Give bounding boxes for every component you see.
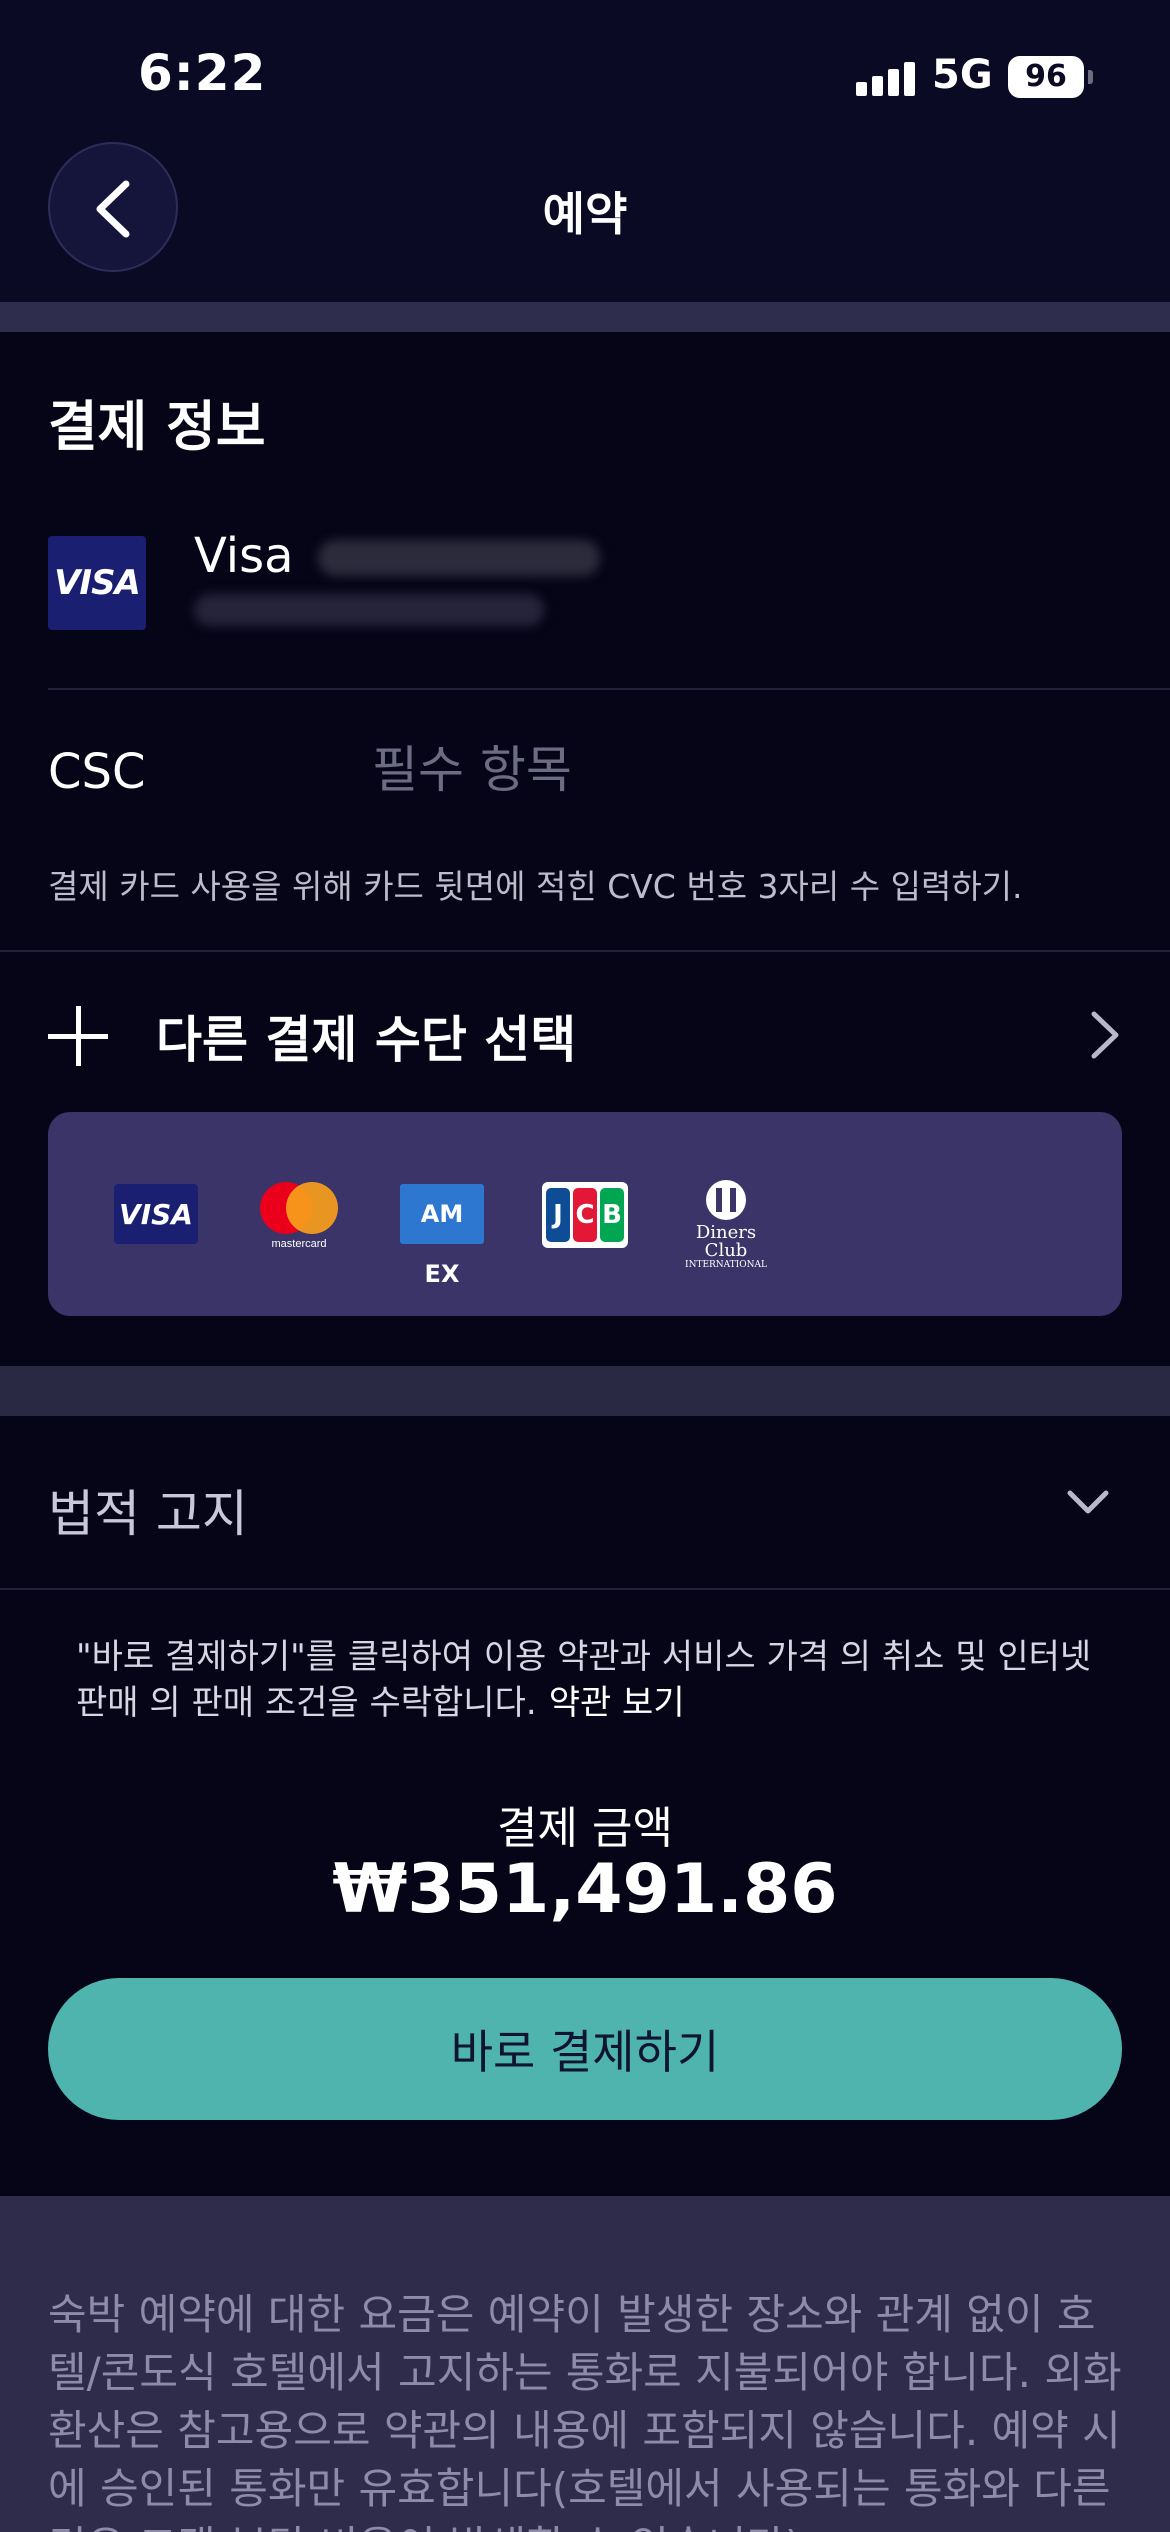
diners-club-icon <box>706 1180 746 1220</box>
other-payment-method-label: 다른 결제 수단 선택 <box>156 1011 577 1069</box>
divider <box>0 1366 1170 1416</box>
divider <box>0 1588 1170 1590</box>
visa-brand-logo: VISA <box>114 1184 198 1244</box>
jcb-letter-b: B <box>600 1188 624 1242</box>
plus-icon <box>48 1006 108 1066</box>
legal-notice-text: "바로 결제하기"를 클릭하여 이용 약관과 서비스 가격 의 취소 및 인터넷… <box>76 1634 1116 1726</box>
card-details-masked <box>194 594 544 626</box>
jcb-letter-j: J <box>546 1188 570 1242</box>
card-number-masked <box>318 540 600 576</box>
page-title: 예약 <box>542 187 628 241</box>
battery-icon: 96 <box>1008 56 1084 98</box>
amex-brand-logo: AM EX <box>400 1184 484 1288</box>
divider <box>0 950 1170 952</box>
status-bar: 6:22 5G 96 <box>0 0 1170 150</box>
chevron-right-icon <box>1091 1011 1119 1059</box>
card-brand[interactable]: Visa <box>194 528 294 584</box>
mastercard-text: mastercard <box>271 1238 326 1250</box>
footer-disclaimer: 숙박 예약에 대한 요금은 예약이 발생한 장소와 관계 없이 호텔/콘도식 호… <box>48 2290 1122 2532</box>
diners-club-text: Diners Club <box>695 1222 757 1261</box>
terms-link[interactable]: 약관 보기 <box>549 1683 685 1723</box>
total-label: 결제 금액 <box>497 1803 673 1854</box>
battery-tip <box>1088 70 1093 84</box>
csc-hint: 결제 카드 사용을 위해 카드 뒷면에 적힌 CVC 번호 3자리 수 입력하기… <box>48 867 1023 906</box>
pay-now-button[interactable]: 바로 결제하기 <box>48 1978 1122 2120</box>
visa-brand-text: VISA <box>119 1197 193 1231</box>
jcb-letter-c: C <box>573 1188 597 1242</box>
csc-label: CSC <box>48 744 146 800</box>
divider <box>48 688 1170 690</box>
network-label: 5G <box>932 52 993 98</box>
jcb-brand-logo: J C B <box>542 1182 628 1248</box>
divider <box>0 302 1170 332</box>
signal-icon <box>856 60 916 96</box>
chevron-down-icon[interactable] <box>1066 1488 1110 1516</box>
mastercard-brand-logo: mastercard <box>256 1180 342 1250</box>
total-amount: ₩351,491.86 <box>332 1850 838 1929</box>
visa-card-logo: VISA <box>48 536 146 630</box>
status-time: 6:22 <box>138 44 267 102</box>
diners-club-subtext: INTERNATIONAL <box>685 1260 767 1270</box>
csc-input[interactable] <box>372 738 972 802</box>
payment-section-title: 결제 정보 <box>48 395 266 458</box>
mastercard-circles: mastercard <box>260 1182 338 1250</box>
visa-logo-text: VISA <box>54 563 141 603</box>
diners-club-brand-logo: Diners Club INTERNATIONAL <box>676 1180 776 1270</box>
legal-notice-toggle[interactable]: 법적 고지 <box>48 1474 248 1546</box>
